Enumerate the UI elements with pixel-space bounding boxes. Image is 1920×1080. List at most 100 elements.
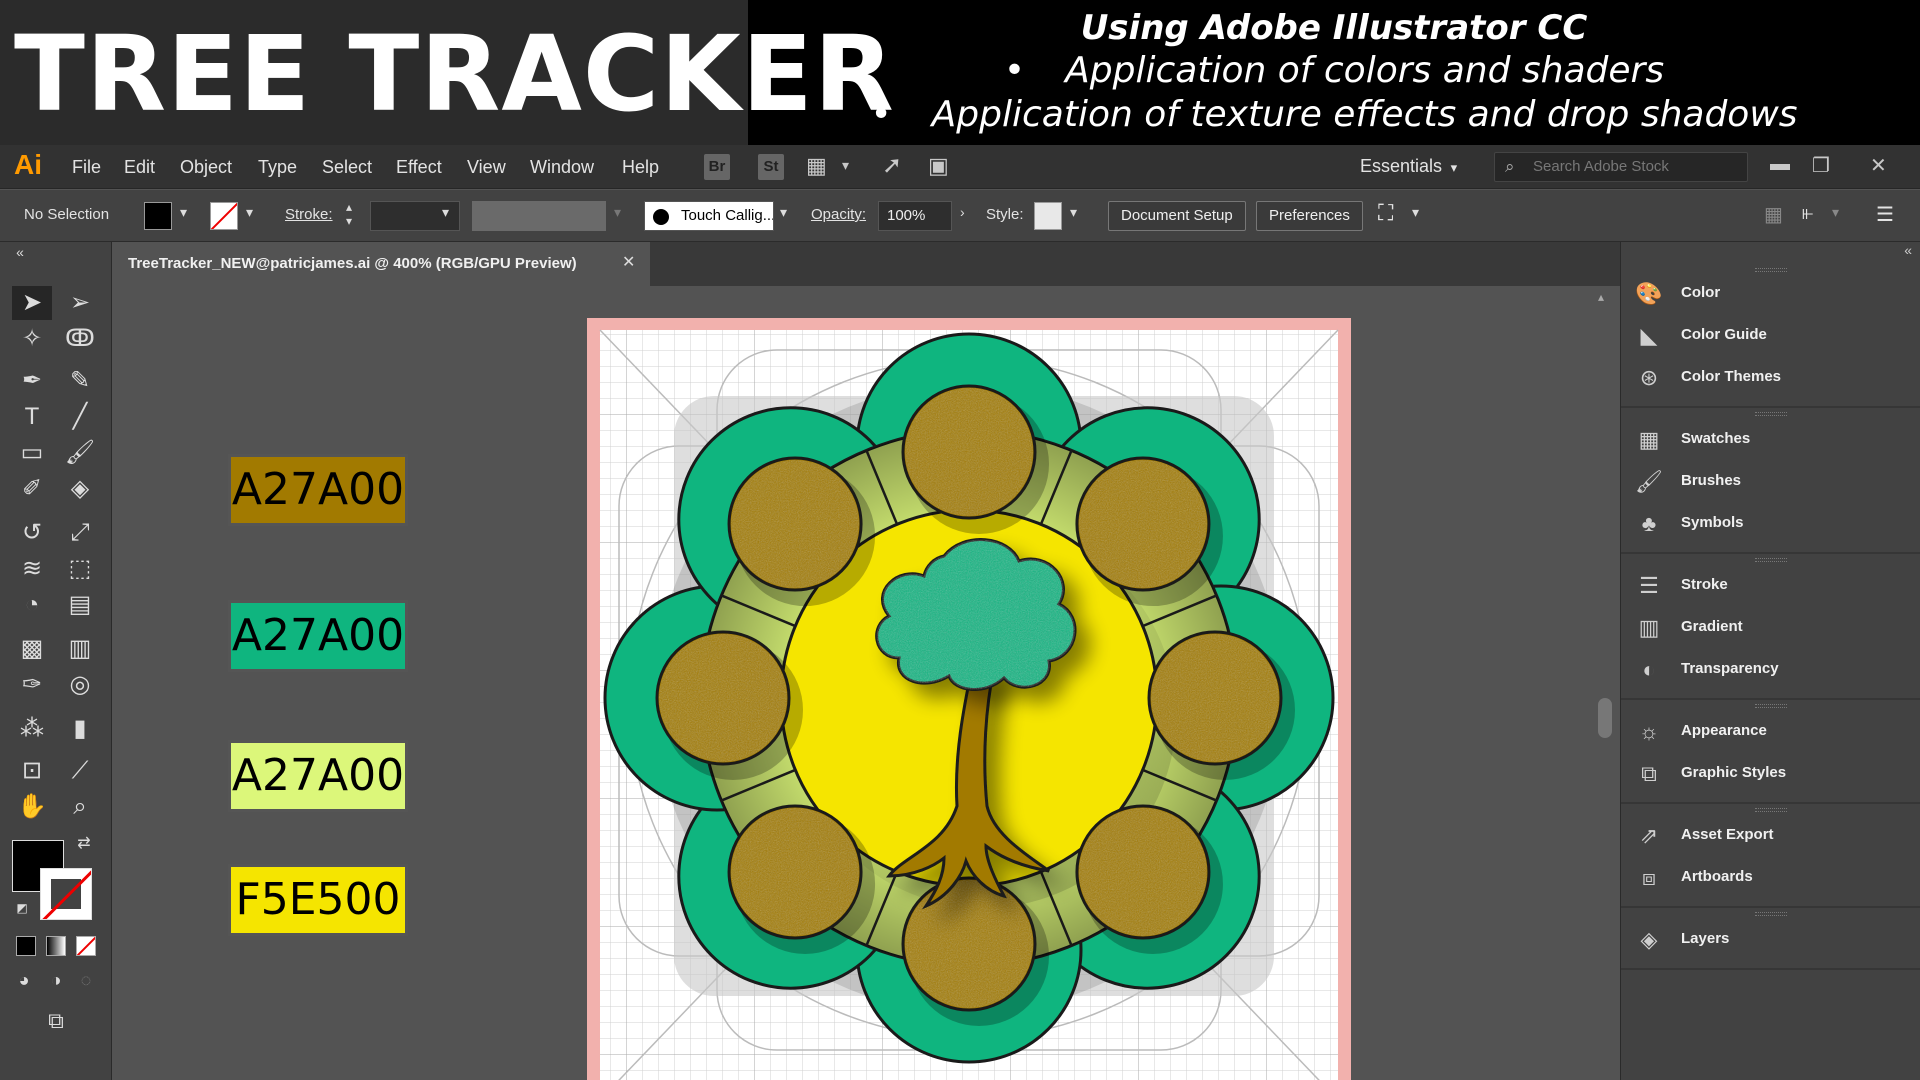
menu-edit[interactable]: Edit <box>124 157 155 178</box>
panel-brushes[interactable]: 🖌 Brushes <box>1635 462 1915 502</box>
chevron-up-icon[interactable]: ▴ <box>1598 290 1604 304</box>
close-icon[interactable]: ✕ <box>1870 153 1887 178</box>
zoom-tool-icon[interactable]: ⌕ <box>60 790 100 824</box>
align-grid-icon[interactable]: ▦ <box>1764 202 1783 227</box>
menu-effect[interactable]: Effect <box>396 157 442 178</box>
document-tab[interactable]: TreeTracker_NEW@patricjames.ai @ 400% (R… <box>114 242 650 286</box>
puppet-warp-icon[interactable]: ⛶ <box>1378 200 1393 226</box>
graphic-style-swatch[interactable] <box>1034 202 1062 230</box>
opacity-label[interactable]: Opacity: <box>811 206 866 223</box>
menu-type[interactable]: Type <box>258 157 297 178</box>
arrange-documents-icon[interactable]: ▦ <box>806 153 827 179</box>
selection-tool-icon[interactable]: ➤ <box>12 286 52 320</box>
width-tool-icon[interactable]: ≋ <box>12 552 52 586</box>
eyedropper-tool-icon[interactable]: ✑ <box>12 668 52 702</box>
chevron-down-icon[interactable]: ▾ <box>1412 204 1419 221</box>
panel-group-grip[interactable] <box>1755 912 1787 916</box>
pen-tool-icon[interactable]: ✒ <box>12 364 52 398</box>
color-mode-icon[interactable] <box>16 936 36 956</box>
chevron-down-icon[interactable]: ▾ <box>842 157 849 174</box>
panel-swatches[interactable]: ▦ Swatches <box>1635 420 1915 460</box>
hand-tool-icon[interactable]: ✋ <box>12 790 52 824</box>
panel-color-guide[interactable]: ◣ Color Guide <box>1635 316 1915 356</box>
menu-object[interactable]: Object <box>180 157 232 178</box>
panel-appearance[interactable]: ☼ Appearance <box>1635 712 1915 752</box>
draw-normal-icon[interactable]: ◕ <box>12 968 36 992</box>
line-segment-tool-icon[interactable]: ╱ <box>60 400 100 434</box>
symbol-sprayer-tool-icon[interactable]: ⁂ <box>12 712 52 746</box>
gpu-performance-icon[interactable]: ➚ <box>882 151 902 180</box>
panel-symbols[interactable]: ♣ Symbols <box>1635 504 1915 544</box>
menu-view[interactable]: View <box>467 157 506 178</box>
column-graph-tool-icon[interactable]: ▮ <box>60 712 100 746</box>
search-stock-input[interactable]: ⌕ Search Adobe Stock <box>1494 152 1748 182</box>
screen-mode-icon[interactable]: ⧉ <box>36 1004 76 1038</box>
blend-tool-icon[interactable]: ◎ <box>60 668 100 702</box>
collapse-panels-icon[interactable]: « <box>1904 242 1912 258</box>
panel-color[interactable]: 🎨 Color <box>1635 274 1915 314</box>
slice-tool-icon[interactable]: ⟋ <box>60 754 100 788</box>
stock-icon[interactable]: St <box>758 154 784 180</box>
type-tool-icon[interactable]: T <box>12 400 52 434</box>
workspace-switcher[interactable]: Essentials ▾ <box>1360 156 1457 177</box>
panel-group-grip[interactable] <box>1755 808 1787 812</box>
rectangle-tool-icon[interactable]: ▭ <box>12 436 52 470</box>
panel-menu-icon[interactable]: ☰ <box>1876 202 1894 227</box>
direct-selection-tool-icon[interactable]: ➢ <box>60 286 100 320</box>
gradient-mode-icon[interactable] <box>46 936 66 956</box>
lasso-tool-icon[interactable]: ↂ <box>60 322 100 356</box>
draw-inside-icon[interactable]: ◌ <box>74 968 98 992</box>
gradient-tool-icon[interactable]: ▥ <box>60 632 100 666</box>
panel-graphic-styles[interactable]: ⧉ Graphic Styles <box>1635 754 1915 794</box>
align-options-icon[interactable]: ⫦ <box>1802 202 1813 225</box>
panel-group-grip[interactable] <box>1755 412 1787 416</box>
brush-definition-field[interactable]: Touch Callig... <box>644 201 774 231</box>
magic-wand-tool-icon[interactable]: ✧ <box>12 322 52 356</box>
panel-group-grip[interactable] <box>1755 268 1787 272</box>
paintbrush-tool-icon[interactable]: 🖌 <box>60 436 100 470</box>
artboard-tool-icon[interactable]: ⊡ <box>12 754 52 788</box>
panel-group-grip[interactable] <box>1755 558 1787 562</box>
chevron-down-icon[interactable]: ▾ <box>442 204 449 221</box>
panel-color-themes[interactable]: ⊛ Color Themes <box>1635 358 1915 398</box>
panel-group-grip[interactable] <box>1755 704 1787 708</box>
panel-artboards[interactable]: ⧈ Artboards <box>1635 858 1915 898</box>
stroke-color-swatch[interactable] <box>210 202 238 230</box>
eraser-tool-icon[interactable]: ◈ <box>60 472 100 506</box>
panel-transparency[interactable]: ◐ Transparency <box>1635 650 1915 690</box>
default-fill-stroke-icon[interactable]: ◩ <box>12 898 32 918</box>
chevron-down-icon[interactable]: ▾ <box>780 204 787 221</box>
panel-stroke[interactable]: ☰ Stroke <box>1635 566 1915 606</box>
mesh-tool-icon[interactable]: ▩ <box>12 632 52 666</box>
chevron-right-icon[interactable]: › <box>960 204 965 220</box>
chevron-down-icon[interactable]: ▾ <box>614 204 621 221</box>
stroke-label[interactable]: Stroke: <box>285 206 333 223</box>
shaper-tool-icon[interactable]: ✐ <box>12 472 52 506</box>
draw-behind-icon[interactable]: ◑ <box>44 968 68 992</box>
perspective-grid-tool-icon[interactable]: ▤ <box>60 588 100 622</box>
close-icon[interactable]: ✕ <box>622 242 635 284</box>
panel-gradient[interactable]: ▥ Gradient <box>1635 608 1915 648</box>
scrollbar-thumb[interactable] <box>1598 698 1612 738</box>
preferences-button[interactable]: Preferences <box>1256 201 1363 231</box>
swap-fill-stroke-icon[interactable]: ⇄ <box>72 834 96 854</box>
chevron-down-icon[interactable]: ▾ <box>1070 204 1077 221</box>
fill-color-swatch[interactable] <box>144 202 172 230</box>
panel-layers[interactable]: ◈ Layers <box>1635 920 1915 960</box>
vertical-scrollbar[interactable]: ▴ <box>1590 286 1620 1080</box>
canvas-area[interactable]: A27A00 A27A00 A27A00 F5E500 <box>114 286 1620 1080</box>
menu-window[interactable]: Window <box>530 157 594 178</box>
menu-file[interactable]: File <box>72 157 101 178</box>
panel-asset-export[interactable]: ⇗ Asset Export <box>1635 816 1915 856</box>
stroke-weight-stepper[interactable]: ▴ ▾ <box>346 200 352 228</box>
stroke-swatch[interactable] <box>40 868 92 920</box>
opacity-field[interactable]: 100% <box>878 201 952 231</box>
collapse-icon[interactable]: « <box>10 244 30 260</box>
chevron-down-icon[interactable]: ▾ <box>1832 204 1839 221</box>
menu-select[interactable]: Select <box>322 157 372 178</box>
chevron-down-icon[interactable]: ▾ <box>246 204 253 221</box>
variable-width-profile[interactable] <box>472 201 606 231</box>
free-transform-tool-icon[interactable]: ⬚ <box>60 552 100 586</box>
bridge-icon[interactable]: Br <box>704 154 730 180</box>
touch-workspace-icon[interactable]: ▣ <box>928 153 949 179</box>
